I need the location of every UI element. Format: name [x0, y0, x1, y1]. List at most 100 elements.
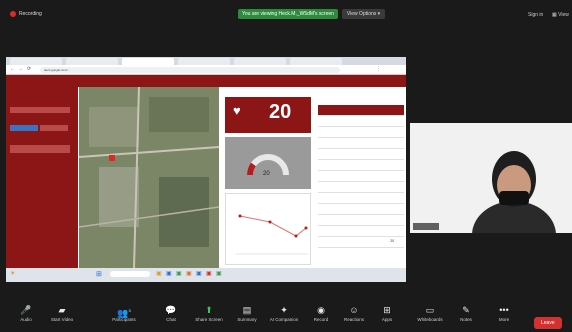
share-screen-button[interactable]: ⬆ Share Screen	[189, 304, 229, 322]
extensions-icon[interactable]: ⋮	[376, 66, 381, 72]
recording-label: Recording	[19, 11, 42, 17]
table-cell	[381, 127, 405, 137]
taskbar-search[interactable]	[110, 271, 150, 277]
browser-tab[interactable]	[66, 58, 118, 65]
shared-screen[interactable]: ← → ⟳ ⋮ docs.google.com/... ♥ 20 20 20 ☀…	[6, 57, 406, 282]
table-cell	[381, 182, 405, 192]
filter-option-selected[interactable]	[10, 125, 38, 131]
people-icon: ♥	[233, 103, 241, 118]
browser-tab-active[interactable]	[122, 58, 174, 65]
notes-button[interactable]: ✎ Notes	[446, 304, 486, 322]
table-cell	[381, 116, 405, 126]
weather-icon: ☀	[10, 271, 16, 277]
table-cell	[318, 193, 381, 203]
table-row	[318, 182, 404, 193]
table-row	[318, 193, 404, 204]
table-cell	[318, 149, 381, 159]
table-row	[318, 138, 404, 149]
video-button[interactable]: ▰ Start Video	[42, 304, 82, 322]
meeting-toolbar: 🎤 Audio ▰ Start Video 👥3 Participants 💬 Chat…	[0, 300, 572, 332]
browser-tab[interactable]	[234, 58, 286, 65]
table-cell	[318, 127, 381, 137]
view-button[interactable]: ▦ View	[552, 12, 569, 18]
participant-name-tag	[413, 223, 439, 230]
ai-companion-button[interactable]: ✦ AI Companion	[264, 304, 304, 322]
browser-tab[interactable]	[178, 58, 230, 65]
kpi-title	[221, 87, 314, 95]
participant-video	[410, 123, 572, 233]
taskbar-app-icon[interactable]: ▣	[206, 270, 212, 277]
dashboard: ♥ 20 20 20	[6, 75, 406, 268]
table-cell	[318, 182, 381, 192]
data-table: 20	[316, 87, 406, 268]
chart-point	[304, 226, 308, 230]
view-grid-icon: ▦	[552, 12, 557, 18]
summary-button[interactable]: ▤ Summary	[227, 304, 267, 322]
table-row	[318, 215, 404, 226]
whiteboard-icon: ▭	[425, 305, 435, 315]
taskbar-app-icon[interactable]: ▣	[186, 270, 192, 277]
gauge-value: 20	[263, 171, 270, 177]
apps-icon: ⊞	[383, 305, 391, 315]
filter-option[interactable]	[40, 125, 68, 131]
table-cell	[381, 160, 405, 170]
table-row	[318, 204, 404, 215]
taskbar-app-icon[interactable]: ▣	[156, 270, 162, 277]
participants-button[interactable]: 👥3 Participants	[104, 304, 144, 322]
taskbar-app-icon[interactable]: ▣	[166, 270, 172, 277]
url-field[interactable]: docs.google.com/...	[40, 67, 340, 73]
line-chart-card	[225, 193, 311, 265]
back-icon[interactable]: ←	[10, 66, 15, 72]
chat-button[interactable]: 💬 Chat	[151, 304, 191, 322]
satellite-map[interactable]	[79, 87, 219, 268]
browser-tab[interactable]	[290, 58, 342, 65]
table-row	[318, 160, 404, 171]
video-camera-icon: ▰	[58, 305, 66, 315]
table-header-row	[318, 105, 404, 116]
table-cell	[318, 160, 381, 170]
kpi-panel: ♥ 20 20	[221, 87, 314, 268]
whiteboards-button[interactable]: ▭ Whiteboards	[410, 304, 450, 322]
audio-button[interactable]: 🎤 Audio	[6, 304, 46, 322]
table-row	[318, 149, 404, 160]
reload-icon[interactable]: ⟳	[27, 66, 31, 72]
table-row	[318, 116, 404, 127]
map-image	[79, 87, 219, 268]
recording-indicator[interactable]: Recording	[10, 11, 42, 17]
chart-point	[294, 234, 298, 238]
taskbar-app-icon[interactable]: ▣	[196, 270, 202, 277]
zoom-top-bar: Recording You are viewing Heck.M._W5dM's…	[0, 0, 572, 30]
taskbar-app-icon[interactable]: ▣	[176, 270, 182, 277]
participant-video-tile[interactable]	[410, 123, 572, 233]
map-marker-icon[interactable]	[109, 155, 115, 161]
browser-tab[interactable]	[10, 58, 62, 65]
notes-icon: ✎	[462, 305, 470, 315]
line-chart	[236, 214, 308, 255]
kpi-value: 20	[269, 101, 292, 123]
browser-tab-strip	[6, 57, 406, 65]
table-row	[318, 127, 404, 138]
recording-dot-icon	[10, 11, 16, 17]
leave-button[interactable]: Leave	[534, 311, 562, 329]
filter-dropdown[interactable]	[10, 107, 70, 113]
filter-dropdown[interactable]	[10, 145, 70, 153]
kpi-card: ♥ 20	[225, 97, 311, 133]
table-cell	[381, 193, 405, 203]
table-cell	[318, 171, 381, 181]
table-body: 20	[318, 105, 404, 248]
table-cell	[318, 204, 381, 214]
leave-label: Leave	[534, 317, 562, 329]
chat-icon: 💬	[165, 305, 177, 315]
face-mask	[499, 191, 529, 205]
table-row: 20	[318, 237, 404, 248]
start-icon[interactable]: ⊞	[96, 270, 102, 278]
apps-button[interactable]: ⊞ Apps	[367, 304, 407, 322]
share-banner: You are viewing Heck.M._W5dM's screen	[238, 9, 338, 19]
table-cell	[381, 138, 405, 148]
view-options-button[interactable]: View Options ▾	[341, 9, 386, 19]
forward-icon[interactable]: →	[18, 66, 23, 72]
more-button[interactable]: ••• More	[484, 304, 524, 322]
table-row	[318, 171, 404, 182]
sign-in-link[interactable]: Sign in	[528, 12, 543, 18]
taskbar-app-icon[interactable]: ▣	[216, 270, 222, 277]
